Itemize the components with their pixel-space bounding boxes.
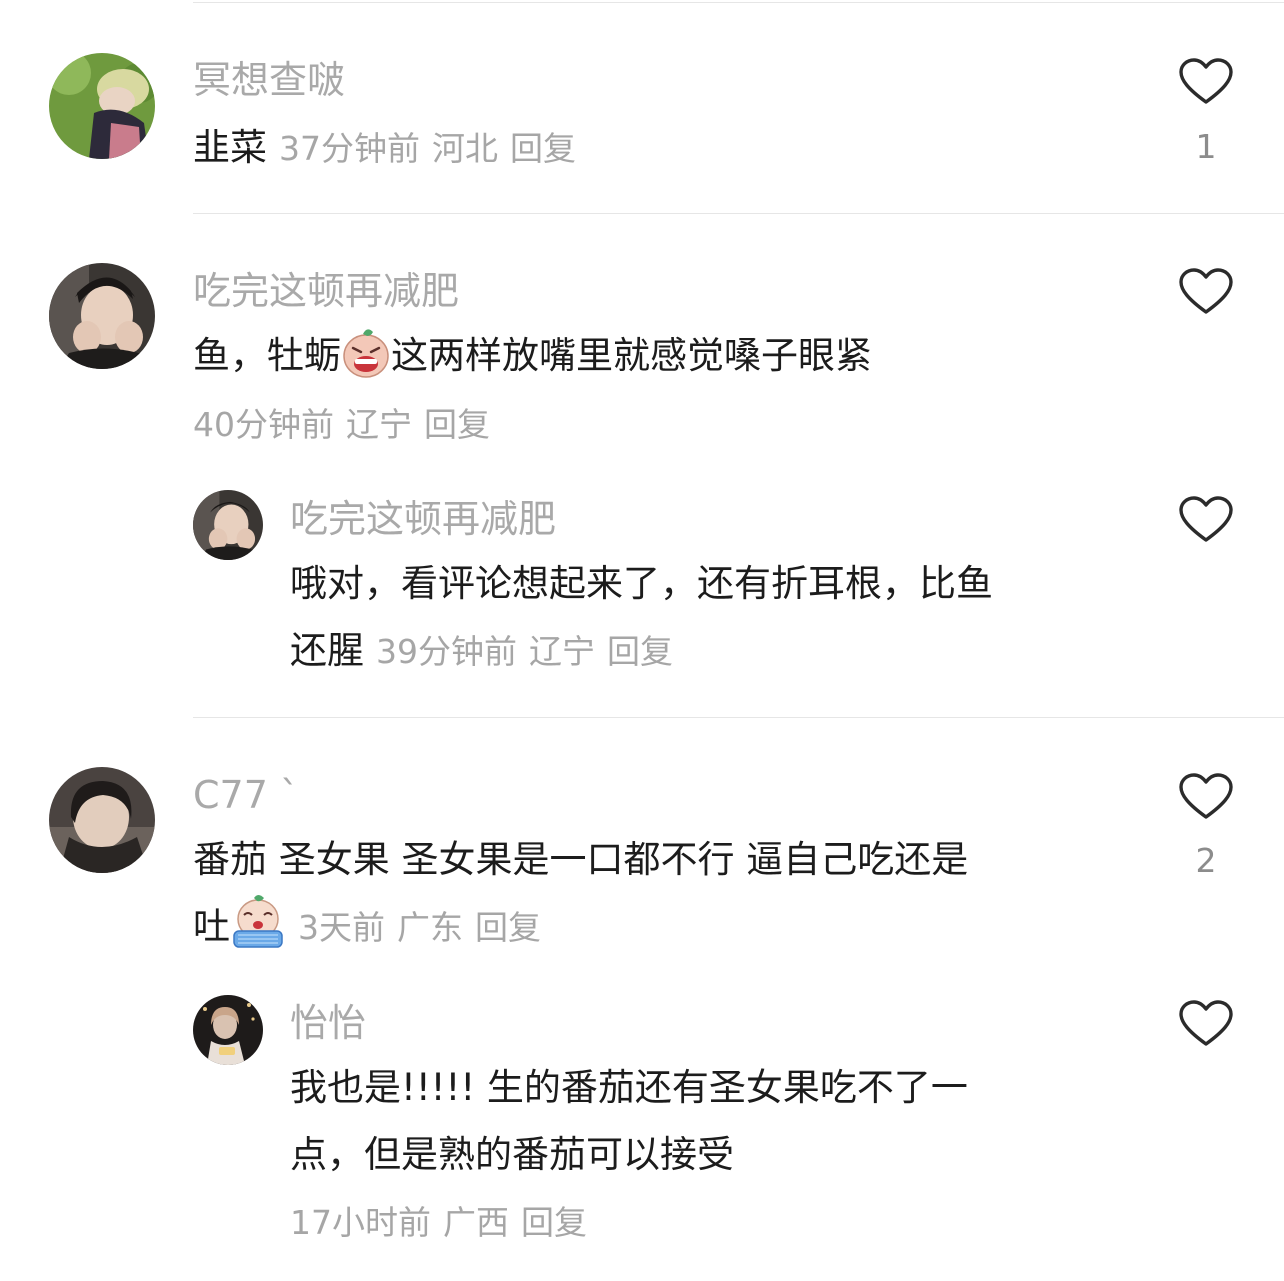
avatar[interactable]: [49, 767, 155, 873]
username[interactable]: 怡怡: [290, 1004, 366, 1042]
comment-body: 吐: [193, 905, 230, 948]
comment-meta: 17小时前 广西 回复: [290, 1206, 587, 1239]
comment-text: 吐 3天前 广东 回复: [193, 894, 541, 970]
heart-outline-icon: [1179, 58, 1233, 104]
comment-time: 40分钟前: [193, 405, 334, 444]
like-button[interactable]: [1178, 1000, 1234, 1048]
username[interactable]: 吃完这顿再减肥: [193, 272, 459, 310]
reply-button[interactable]: 回复: [424, 405, 490, 444]
like-count: 2: [1195, 841, 1217, 880]
reply-button[interactable]: 回复: [607, 632, 673, 671]
comment-text: 点，但是熟的番茄可以接受: [290, 1133, 734, 1176]
heart-outline-icon: [1179, 1000, 1233, 1046]
heart-outline-icon: [1179, 268, 1233, 314]
username[interactable]: 冥想查啵: [193, 61, 345, 99]
divider: [193, 717, 1284, 718]
avatar[interactable]: [193, 995, 263, 1065]
heart-outline-icon: [1179, 496, 1233, 542]
username[interactable]: 吃完这顿再减肥: [290, 500, 556, 538]
comment-time: 17小时前: [290, 1203, 431, 1242]
reply-button[interactable]: 回复: [510, 129, 576, 168]
grimace-emoji-icon: [341, 328, 391, 399]
comment-body: 鱼，牡蛎: [193, 334, 341, 377]
comment-location: 广东: [397, 908, 463, 947]
divider: [193, 2, 1284, 3]
reply-button[interactable]: 回复: [521, 1203, 587, 1242]
comment-location: 广西: [443, 1203, 509, 1242]
heart-outline-icon: [1179, 773, 1233, 819]
reply-button[interactable]: 回复: [475, 908, 541, 947]
like-button[interactable]: [1178, 773, 1234, 821]
comment-time: 37分钟前: [279, 129, 420, 168]
comment-text: 我也是!!!!! 生的番茄还有圣女果吃不了一: [290, 1066, 968, 1109]
like-button[interactable]: [1178, 268, 1234, 316]
comment-location: 河北: [432, 129, 498, 168]
avatar[interactable]: [193, 490, 263, 560]
comment-time: 39分钟前: [376, 632, 517, 671]
comment-location: 辽宁: [346, 405, 412, 444]
divider: [193, 213, 1284, 214]
comment-body: 这两样放嘴里就感觉嗓子眼紧: [391, 334, 872, 377]
crying-emoji-icon: [230, 895, 286, 970]
comment-text: 番茄 圣女果 圣女果是一口都不行 逼自己吃还是: [193, 838, 969, 881]
like-button[interactable]: [1178, 58, 1234, 106]
comment-text: 韭菜 37分钟前 河北 回复: [193, 115, 576, 182]
comment-time: 3天前: [298, 908, 385, 947]
comment-location: 辽宁: [529, 632, 595, 671]
comment-text: 鱼，牡蛎 这两样放嘴里就感觉嗓子眼紧: [193, 323, 872, 399]
like-count: 1: [1195, 127, 1217, 166]
avatar[interactable]: [49, 263, 155, 369]
username[interactable]: C77 `: [193, 776, 299, 814]
comment-body: 韭菜: [193, 126, 267, 169]
comment-text: 哦对，看评论想起来了，还有折耳根，比鱼: [290, 562, 993, 605]
comment-meta: 40分钟前 辽宁 回复: [193, 408, 490, 441]
avatar[interactable]: [49, 53, 155, 159]
comment-text: 还腥 39分钟前 辽宁 回复: [290, 618, 673, 685]
like-button[interactable]: [1178, 496, 1234, 544]
comment-body: 还腥: [290, 629, 364, 672]
